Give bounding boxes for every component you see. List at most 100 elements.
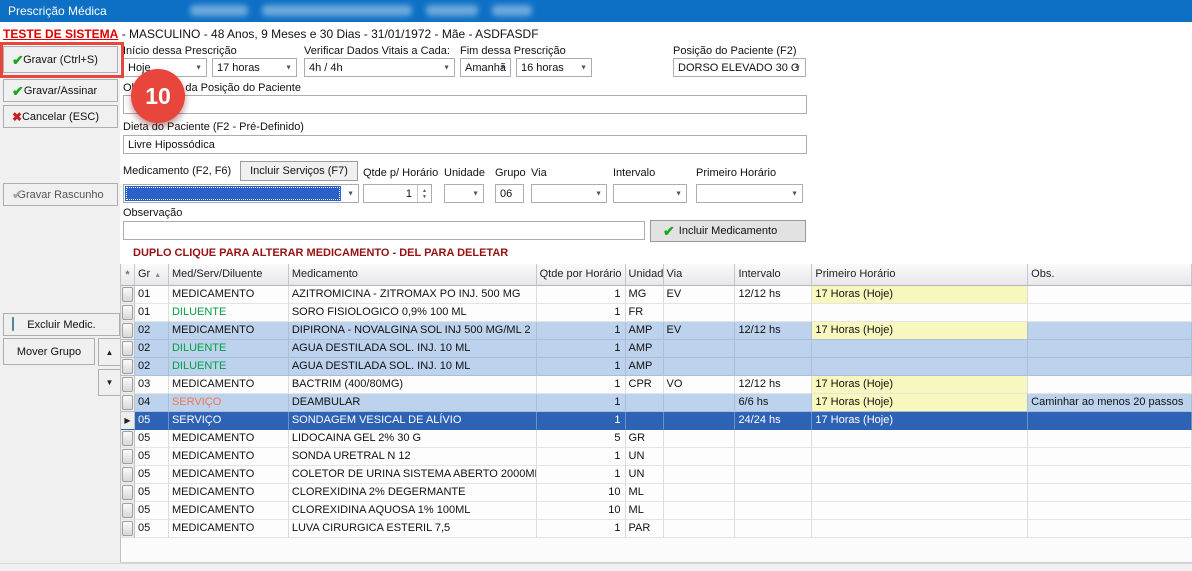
grid-header-via[interactable]: Via xyxy=(664,264,736,286)
table-row[interactable]: 02DILUENTEAGUA DESTILADA SOL. INJ. 10 ML… xyxy=(121,340,1192,358)
cell-obs[interactable] xyxy=(1028,322,1192,340)
save-draft-button[interactable]: ✔ Gravar Rascunho xyxy=(3,183,118,206)
cell-tipo[interactable]: SERVIÇO xyxy=(169,394,289,412)
cell-primeiro-horario[interactable]: 17 Horas (Hoje) xyxy=(812,376,1028,394)
grid-header-medicamento[interactable]: Medicamento xyxy=(289,264,537,286)
cell-via[interactable] xyxy=(664,430,736,448)
move-group-button[interactable]: Mover Grupo xyxy=(3,338,95,365)
cell-intervalo[interactable]: 12/12 hs xyxy=(735,286,812,304)
table-row[interactable]: 05MEDICAMENTOLIDOCAINA GEL 2% 30 G5GR xyxy=(121,430,1192,448)
cell-intervalo[interactable] xyxy=(735,304,812,322)
cell-tipo[interactable]: MEDICAMENTO xyxy=(169,502,289,520)
cell-obs[interactable] xyxy=(1028,286,1192,304)
cell-gr[interactable]: 02 xyxy=(135,322,169,340)
cell-medicamento[interactable]: LIDOCAINA GEL 2% 30 G xyxy=(289,430,537,448)
cell-via[interactable] xyxy=(664,340,736,358)
cell-primeiro-horario[interactable] xyxy=(812,448,1028,466)
cancel-button[interactable]: ✖ Cancelar (ESC) xyxy=(3,105,118,128)
cell-qtde[interactable]: 1 xyxy=(537,466,626,484)
cell-tipo[interactable]: MEDICAMENTO xyxy=(169,448,289,466)
cell-qtde[interactable]: 1 xyxy=(537,304,626,322)
cell-obs[interactable] xyxy=(1028,412,1192,430)
cell-via[interactable]: EV xyxy=(664,322,736,340)
cell-medicamento[interactable]: BACTRIM (400/80MG) xyxy=(289,376,537,394)
cell-qtde[interactable]: 10 xyxy=(537,502,626,520)
obs-posicao-input[interactable] xyxy=(123,95,807,114)
cell-qtde[interactable]: 1 xyxy=(537,520,626,538)
cell-unidade[interactable] xyxy=(626,394,664,412)
table-row[interactable]: ▶05SERVIÇOSONDAGEM VESICAL DE ALÍVIO124/… xyxy=(121,412,1192,430)
cell-gr[interactable]: 01 xyxy=(135,286,169,304)
unidade-select[interactable]: ▼ xyxy=(444,184,484,203)
cell-primeiro-horario[interactable] xyxy=(812,430,1028,448)
cell-medicamento[interactable]: SONDAGEM VESICAL DE ALÍVIO xyxy=(289,412,537,430)
cell-via[interactable] xyxy=(664,394,736,412)
cell-qtde[interactable]: 1 xyxy=(537,286,626,304)
cell-medicamento[interactable]: CLOREXIDINA 2% DEGERMANTE xyxy=(289,484,537,502)
cell-via[interactable]: EV xyxy=(664,286,736,304)
cell-obs[interactable] xyxy=(1028,502,1192,520)
cell-tipo[interactable]: MEDICAMENTO xyxy=(169,520,289,538)
table-row[interactable]: 05MEDICAMENTOSONDA URETRAL N 121UN xyxy=(121,448,1192,466)
cell-medicamento[interactable]: AGUA DESTILADA SOL. INJ. 10 ML xyxy=(289,358,537,376)
cell-tipo[interactable]: MEDICAMENTO xyxy=(169,484,289,502)
via-select[interactable]: ▼ xyxy=(531,184,607,203)
move-group-up-button[interactable]: ▲ xyxy=(98,338,121,366)
cell-via[interactable] xyxy=(664,484,736,502)
cell-via[interactable] xyxy=(664,466,736,484)
grid-header-gr[interactable]: Gr▲ xyxy=(135,264,169,286)
cell-intervalo[interactable]: 12/12 hs xyxy=(735,376,812,394)
cell-obs[interactable] xyxy=(1028,304,1192,322)
cell-intervalo[interactable] xyxy=(735,484,812,502)
cell-primeiro-horario[interactable]: 17 Horas (Hoje) xyxy=(812,394,1028,412)
cell-gr[interactable]: 02 xyxy=(135,358,169,376)
qtde-spinner[interactable]: 1 ▲ ▼ xyxy=(363,184,432,203)
cell-primeiro-horario[interactable] xyxy=(812,340,1028,358)
cell-medicamento[interactable]: AZITROMICINA - ZITROMAX PO INJ. 500 MG xyxy=(289,286,537,304)
grid-header-qtde[interactable]: Qtde por Horário xyxy=(537,264,626,286)
cell-medicamento[interactable]: SORO FISIOLOGICO 0,9% 100 ML xyxy=(289,304,537,322)
cell-obs[interactable] xyxy=(1028,376,1192,394)
cell-qtde[interactable]: 1 xyxy=(537,412,626,430)
table-row[interactable]: 05MEDICAMENTOLUVA CIRURGICA ESTERIL 7,51… xyxy=(121,520,1192,538)
cell-obs[interactable] xyxy=(1028,484,1192,502)
grupo-input[interactable] xyxy=(495,184,524,203)
cell-tipo[interactable]: MEDICAMENTO xyxy=(169,430,289,448)
cell-gr[interactable]: 02 xyxy=(135,340,169,358)
cell-medicamento[interactable]: LUVA CIRURGICA ESTERIL 7,5 xyxy=(289,520,537,538)
cell-intervalo[interactable] xyxy=(735,358,812,376)
cell-gr[interactable]: 05 xyxy=(135,448,169,466)
cell-unidade[interactable]: FR xyxy=(626,304,664,322)
cell-unidade[interactable]: CPR xyxy=(626,376,664,394)
cell-unidade[interactable]: PAR xyxy=(626,520,664,538)
cell-obs[interactable] xyxy=(1028,466,1192,484)
table-row[interactable]: 01MEDICAMENTOAZITROMICINA - ZITROMAX PO … xyxy=(121,286,1192,304)
cell-tipo[interactable]: MEDICAMENTO xyxy=(169,322,289,340)
cell-medicamento[interactable]: DIPIRONA - NOVALGINA SOL INJ 500 MG/ML 2 xyxy=(289,322,537,340)
cell-intervalo[interactable] xyxy=(735,448,812,466)
spin-down-icon[interactable]: ▼ xyxy=(422,194,427,200)
move-group-down-button[interactable]: ▼ xyxy=(98,369,121,396)
fim-day-select[interactable]: Amanhã ▼ xyxy=(460,58,511,77)
cell-unidade[interactable]: UN xyxy=(626,448,664,466)
table-row[interactable]: 04SERVIÇODEAMBULAR16/6 hs17 Horas (Hoje)… xyxy=(121,394,1192,412)
cell-gr[interactable]: 05 xyxy=(135,466,169,484)
cell-qtde[interactable]: 1 xyxy=(537,376,626,394)
cell-gr[interactable]: 04 xyxy=(135,394,169,412)
table-row[interactable]: 02MEDICAMENTODIPIRONA - NOVALGINA SOL IN… xyxy=(121,322,1192,340)
cell-primeiro-horario[interactable] xyxy=(812,466,1028,484)
cell-medicamento[interactable]: SONDA URETRAL N 12 xyxy=(289,448,537,466)
cell-medicamento[interactable]: COLETOR DE URINA SISTEMA ABERTO 2000ML xyxy=(289,466,537,484)
cell-unidade[interactable]: AMP xyxy=(626,340,664,358)
cell-qtde[interactable]: 1 xyxy=(537,358,626,376)
inicio-time-select[interactable]: 17 horas ▼ xyxy=(212,58,297,77)
incluir-medicamento-button[interactable]: ✔ Incluir Medicamento xyxy=(650,220,806,242)
cell-qtde[interactable]: 1 xyxy=(537,340,626,358)
cell-intervalo[interactable] xyxy=(735,430,812,448)
cell-obs[interactable]: Caminhar ao menos 20 passos xyxy=(1028,394,1192,412)
cell-primeiro-horario[interactable] xyxy=(812,520,1028,538)
cell-obs[interactable] xyxy=(1028,430,1192,448)
incluir-servicos-button[interactable]: Incluir Serviços (F7) xyxy=(240,161,358,181)
cell-unidade[interactable]: ML xyxy=(626,484,664,502)
intervalo-select[interactable]: ▼ xyxy=(613,184,687,203)
